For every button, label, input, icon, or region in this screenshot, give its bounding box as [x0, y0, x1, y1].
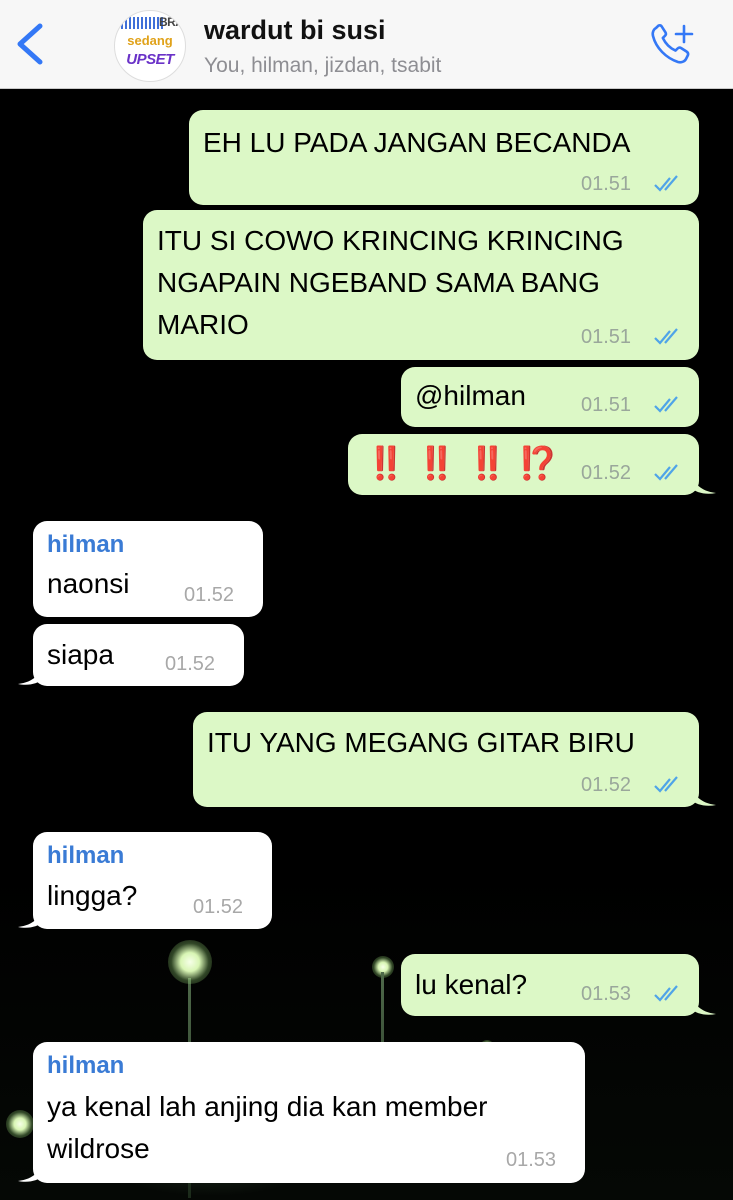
read-ticks-icon: [654, 464, 678, 481]
message-text: naonsi: [47, 568, 130, 599]
message-time: 01.53: [506, 1149, 557, 1171]
participants-list[interactable]: You, hilman, jizdan, tsabit: [204, 54, 441, 78]
add-call-button[interactable]: [648, 22, 696, 68]
bubble-tail: [18, 907, 44, 928]
message-text-line: MARIO: [157, 309, 249, 340]
bubble-tail: [18, 1161, 44, 1182]
message-bubble-incoming[interactable]: hilman ya kenal lah anjing dia kan membe…: [33, 1042, 585, 1183]
read-ticks-icon: [654, 175, 678, 192]
bubble-tail: [18, 664, 44, 685]
avatar-text-bottom: UPSET: [126, 51, 174, 68]
message-bubble-outgoing[interactable]: lu kenal? 01.53: [401, 954, 699, 1016]
chevron-left-icon: [17, 23, 43, 65]
group-avatar[interactable]: BRA sedang UPSET: [114, 10, 186, 82]
message-time: 01.52: [581, 462, 632, 484]
chat-header: BRA sedang UPSET wardut bi susi You, hil…: [0, 0, 733, 89]
message-text: EH LU PADA JANGAN BECANDA: [203, 127, 631, 158]
message-bubble-outgoing[interactable]: ‼️ ‼️ ‼️ ⁉️ 01.52: [348, 434, 699, 495]
message-bubble-outgoing[interactable]: @hilman 01.51: [401, 367, 699, 427]
message-text: ITU YANG MEGANG GITAR BIRU: [207, 727, 635, 758]
message-bubble-incoming[interactable]: hilman lingga? 01.52: [33, 832, 272, 929]
message-text-line: ITU SI COWO KRINCING KRINCING: [157, 225, 624, 256]
sender-name[interactable]: hilman: [47, 842, 124, 870]
message-mention[interactable]: @hilman: [415, 375, 526, 417]
street-light: [168, 940, 212, 984]
message-bubble-incoming[interactable]: siapa 01.52: [33, 624, 244, 686]
sender-name[interactable]: hilman: [47, 1052, 124, 1080]
read-ticks-icon: [654, 985, 678, 1002]
message-time: 01.52: [184, 584, 235, 606]
message-bubble-outgoing[interactable]: EH LU PADA JANGAN BECANDA 01.51: [189, 110, 699, 205]
message-time: 01.52: [581, 774, 632, 796]
message-emoji: ‼️ ‼️ ‼️ ⁉️: [366, 445, 560, 481]
message-time: 01.53: [581, 983, 632, 1005]
message-text: siapa: [47, 639, 114, 670]
message-text-line: ya kenal lah anjing dia kan member: [47, 1091, 488, 1122]
message-bubble-incoming[interactable]: hilman naonsi 01.52: [33, 521, 263, 617]
read-ticks-icon: [654, 396, 678, 413]
avatar-text-middle: sedang: [127, 33, 173, 48]
message-time: 01.51: [581, 394, 632, 416]
message-time: 01.51: [581, 326, 632, 348]
chat-title[interactable]: wardut bi susi: [204, 15, 386, 46]
back-button[interactable]: [12, 22, 52, 66]
message-time: 01.52: [165, 653, 216, 675]
message-text-line: wildrose: [47, 1133, 150, 1164]
chat-screen: BRA sedang UPSET wardut bi susi You, hil…: [0, 0, 733, 1200]
message-bubble-outgoing[interactable]: ITU SI COWO KRINCING KRINCING NGAPAIN NG…: [143, 210, 699, 360]
sender-name[interactable]: hilman: [47, 531, 124, 559]
message-text: lingga?: [47, 880, 138, 911]
bubble-tail: [690, 473, 716, 494]
message-text-line: NGAPAIN NGEBAND SAMA BANG: [157, 267, 600, 298]
message-time: 01.52: [193, 896, 244, 918]
message-time: 01.51: [581, 173, 632, 195]
avatar-text-top: BRA: [159, 15, 184, 29]
street-light: [6, 1110, 34, 1138]
message-bubble-outgoing[interactable]: ITU YANG MEGANG GITAR BIRU 01.52: [193, 712, 699, 807]
bubble-tail: [690, 785, 716, 806]
bubble-tail: [690, 994, 716, 1015]
message-text: lu kenal?: [415, 969, 528, 1000]
read-ticks-icon: [654, 776, 678, 793]
phone-plus-icon: [651, 24, 694, 64]
read-ticks-icon: [654, 328, 678, 345]
